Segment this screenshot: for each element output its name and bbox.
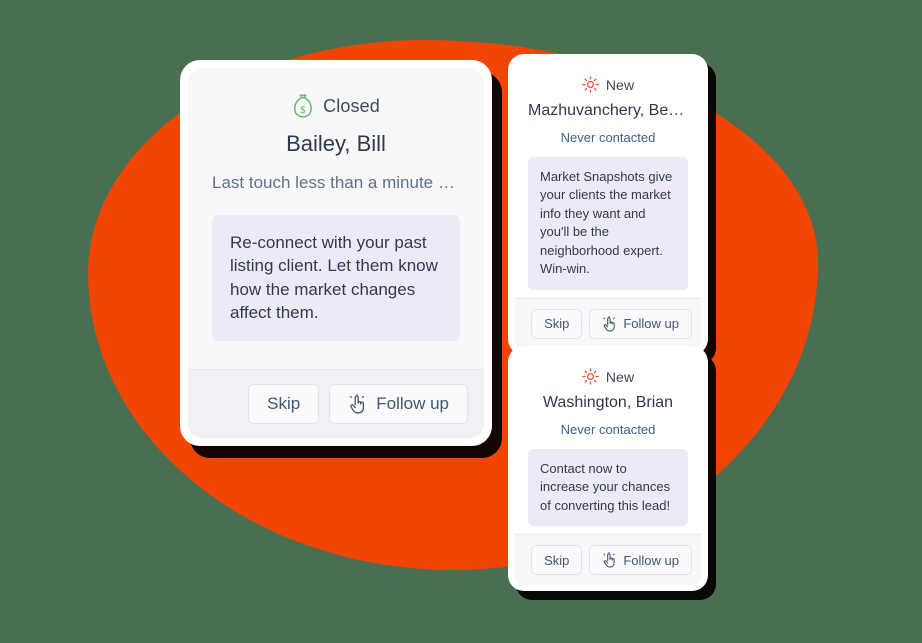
follow-up-button[interactable]: Follow up <box>589 545 692 576</box>
lead-subline: Last touch less than a minute a… <box>212 173 460 192</box>
skip-button-label: Skip <box>544 552 570 568</box>
skip-button-label: Skip <box>544 316 570 332</box>
lead-name: Mazhuvanchery, Berli… <box>528 102 688 119</box>
tap-hand-icon <box>602 315 617 332</box>
lead-card-secondary-bottom[interactable]: New Washington, Brian Never contacted Co… <box>508 346 708 592</box>
lead-card-body: New Washington, Brian Never contacted Co… <box>514 352 702 534</box>
skip-button[interactable]: Skip <box>248 384 320 424</box>
lead-card-primary[interactable]: $ Closed Bailey, Bill Last touch less th… <box>180 60 492 446</box>
lead-subline: Never contacted <box>560 422 656 437</box>
lead-note: Market Snapshots give your clients the m… <box>528 157 688 290</box>
follow-up-button[interactable]: Follow up <box>589 308 692 339</box>
status-badge: New <box>582 76 634 93</box>
lead-card-footer: Skip Follow up <box>514 534 702 586</box>
lead-name: Bailey, Bill <box>286 131 386 156</box>
sun-sparkle-icon <box>582 368 599 385</box>
follow-up-button-label: Follow up <box>623 552 679 568</box>
follow-up-button[interactable]: Follow up <box>329 384 468 424</box>
status-label: New <box>605 76 635 93</box>
status-label: New <box>605 368 635 385</box>
lead-card-inner: New Washington, Brian Never contacted Co… <box>514 352 702 586</box>
status-label: Closed <box>323 95 380 116</box>
skip-button-label: Skip <box>267 394 301 413</box>
follow-up-button-label: Follow up <box>376 394 449 413</box>
lead-note: Contact now to increase your chances of … <box>528 449 688 527</box>
tap-hand-icon <box>348 394 367 414</box>
status-badge: New <box>582 368 634 385</box>
lead-card-body: $ Closed Bailey, Bill Last touch less th… <box>188 68 484 369</box>
skip-button[interactable]: Skip <box>531 308 583 339</box>
lead-card-inner: New Mazhuvanchery, Berli… Never contacte… <box>514 60 702 349</box>
lead-card-body: New Mazhuvanchery, Berli… Never contacte… <box>514 60 702 298</box>
status-badge: $ Closed <box>292 94 380 118</box>
lead-note: Re-connect with your past listing client… <box>212 215 460 341</box>
lead-card-secondary-top[interactable]: New Mazhuvanchery, Berli… Never contacte… <box>508 54 708 355</box>
tap-hand-icon <box>602 552 617 568</box>
skip-button[interactable]: Skip <box>531 545 583 576</box>
money-bag-icon: $ <box>292 94 314 118</box>
lead-card-footer: Skip Follow up <box>188 369 484 438</box>
lead-name: Washington, Brian <box>542 394 674 411</box>
follow-up-button-label: Follow up <box>623 316 679 332</box>
illustration-stage: $ Closed Bailey, Bill Last touch less th… <box>0 0 922 643</box>
sun-sparkle-icon <box>582 76 599 93</box>
svg-text:$: $ <box>300 105 306 116</box>
lead-subline: Never contacted <box>560 130 656 145</box>
lead-card-footer: Skip Follow up <box>514 297 702 349</box>
lead-card-inner: $ Closed Bailey, Bill Last touch less th… <box>188 68 484 438</box>
